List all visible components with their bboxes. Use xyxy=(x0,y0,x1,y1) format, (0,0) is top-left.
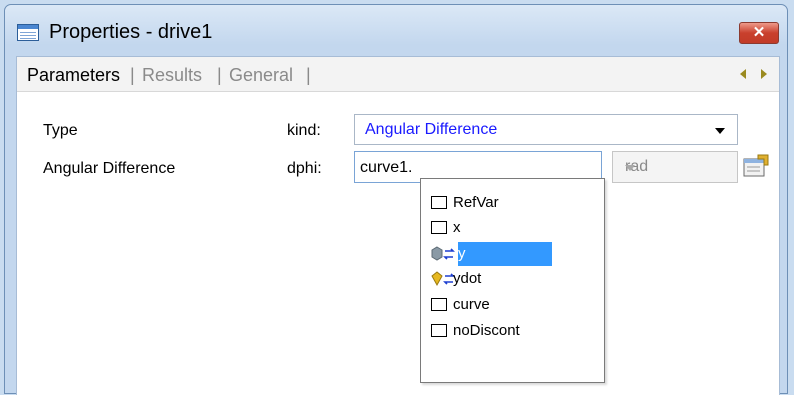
autocomplete-item-label: x xyxy=(453,219,461,236)
empty-box-icon xyxy=(431,221,447,234)
scroll-tabs-left-icon[interactable] xyxy=(740,69,746,79)
autocomplete-item-label: noDiscont xyxy=(453,322,520,339)
close-icon: ✕ xyxy=(752,24,766,41)
angular-difference-label: Angular Difference xyxy=(43,160,176,177)
tab-general[interactable]: General xyxy=(229,65,293,86)
empty-box-icon xyxy=(431,298,447,311)
autocomplete-item-ydot[interactable]: ydot xyxy=(431,267,596,291)
title-bar[interactable]: Properties - drive1 ✕ xyxy=(5,5,787,57)
tab-results[interactable]: Results xyxy=(142,65,202,86)
chevron-down-icon[interactable] xyxy=(715,128,725,134)
tab-separator: | xyxy=(130,65,135,85)
properties-window: Properties - drive1 ✕ Parameters | Resul… xyxy=(4,4,788,395)
properties-sheet-icon xyxy=(743,154,769,177)
gray-variable-link-icon xyxy=(431,246,455,261)
autocomplete-item-label: ydot xyxy=(453,270,482,287)
close-button[interactable]: ✕ xyxy=(739,22,779,44)
autocomplete-item-label: y xyxy=(458,242,552,266)
properties-window-icon xyxy=(17,24,39,41)
autocomplete-item-curve[interactable]: curve xyxy=(431,293,596,317)
scroll-tabs-right-icon[interactable] xyxy=(761,69,767,79)
properties-panel: Parameters | Results | General | Type ki… xyxy=(16,56,780,395)
tab-separator: | xyxy=(306,65,311,85)
kind-select[interactable]: Angular Difference xyxy=(354,114,738,145)
kind-key-label: kind: xyxy=(287,122,321,139)
autocomplete-item-label: curve xyxy=(453,296,490,313)
dphi-input-value: curve1. xyxy=(360,159,413,176)
autocomplete-item-nodiscont[interactable]: noDiscont xyxy=(431,319,596,343)
empty-box-icon xyxy=(431,196,447,209)
autocomplete-item-label: RefVar xyxy=(453,194,499,211)
tab-separator: | xyxy=(217,65,222,85)
chevron-down-icon[interactable] xyxy=(625,165,635,171)
window-title: Properties - drive1 xyxy=(49,21,213,43)
autocomplete-dropdown: RefVar x y ydot curve noDiscont xyxy=(420,178,605,383)
autocomplete-item-x[interactable]: x xyxy=(431,216,596,240)
tab-parameters[interactable]: Parameters xyxy=(27,65,120,86)
kind-select-value: Angular Difference xyxy=(365,121,498,138)
empty-box-icon xyxy=(431,324,447,337)
autocomplete-item-y[interactable]: y xyxy=(431,242,596,266)
dphi-key-label: dphi: xyxy=(287,160,322,177)
unit-properties-button[interactable] xyxy=(742,152,771,179)
autocomplete-item-refvar[interactable]: RefVar xyxy=(431,191,596,215)
tab-bar: Parameters | Results | General | xyxy=(17,57,779,92)
unit-select[interactable]: rad xyxy=(612,151,738,183)
type-label: Type xyxy=(43,122,78,139)
